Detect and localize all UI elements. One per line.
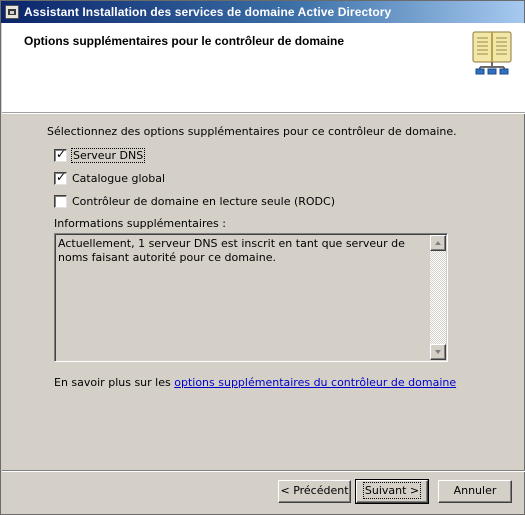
wizard-window: Assistant Installation des services de d… [0, 0, 525, 515]
checkmark-icon: ✓ [56, 147, 67, 161]
checkmark-icon: ✓ [56, 170, 67, 184]
vertical-scrollbar[interactable] [430, 235, 446, 360]
more-info-prefix: En savoir plus sur les [54, 376, 171, 389]
back-button[interactable]: < Précédent [278, 480, 351, 503]
scroll-up-button[interactable] [430, 235, 446, 251]
intro-text: Sélectionnez des options supplémentaires… [47, 125, 457, 138]
scroll-down-button[interactable] [430, 344, 446, 360]
wizard-header: Options supplémentaires pour le contrôle… [2, 23, 525, 114]
info-label: Informations supplémentaires : [54, 217, 226, 230]
next-button[interactable]: Suivant > [355, 479, 429, 504]
dns-server-checkbox[interactable]: ✓ [54, 147, 67, 162]
option-label: Catalogue global [72, 172, 166, 185]
option-label: Contrôleur de domaine en lecture seule (… [72, 195, 335, 208]
page-title: Options supplémentaires pour le contrôle… [24, 34, 345, 48]
arrow-down-icon [435, 350, 441, 354]
footer-divider [2, 470, 525, 472]
app-icon[interactable] [5, 5, 19, 19]
cancel-label: Annuler [453, 484, 497, 497]
cancel-button[interactable]: Annuler [438, 480, 512, 503]
next-suffix: > [406, 484, 420, 497]
window-title: Assistant Installation des services de d… [24, 5, 392, 19]
back-prefix: < [280, 484, 294, 497]
option-label: Serveur DNS [70, 148, 146, 163]
rodc-checkbox[interactable] [54, 195, 67, 208]
title-bar[interactable]: Assistant Installation des services de d… [1, 1, 524, 23]
book-icon [472, 31, 512, 75]
next-label: Suivant [364, 484, 407, 497]
next-focus: Suivant > [362, 482, 422, 499]
info-textbox[interactable]: Actuellement, 1 serveur DNS est inscrit … [54, 233, 448, 362]
info-text: Actuellement, 1 serveur DNS est inscrit … [58, 237, 405, 264]
more-info-link[interactable]: options supplémentaires du contrôleur de… [174, 376, 456, 389]
more-info-line: En savoir plus sur les options supplémen… [54, 376, 456, 389]
arrow-up-icon [435, 241, 441, 245]
global-catalog-checkbox[interactable]: ✓ [54, 170, 67, 185]
wizard-content: Sélectionnez des options supplémentaires… [2, 115, 525, 470]
back-label: Précédent [293, 484, 349, 497]
